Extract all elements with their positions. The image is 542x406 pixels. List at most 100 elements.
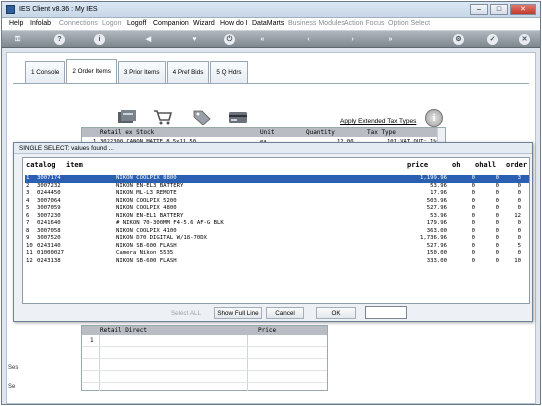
row-ohall: 0 [495,257,499,264]
row-order: 0 [517,197,521,204]
row-order: 0 [517,235,521,241]
home-icon[interactable]: ♥ [189,34,200,45]
row-oh: 0 [471,250,475,256]
close-icon[interactable]: ✕ [519,34,530,45]
table-row[interactable]: 4 3007064 NIKON COOLPIX 5200 503.96 0 0 0 [25,198,529,206]
row-desc: # NIKON 70-300MM F4-5.6 AF-G BLK [116,220,224,226]
tag-icon[interactable] [192,109,212,125]
row-order: 0 [517,205,521,211]
close-window-button[interactable]: ✕ [510,4,536,15]
direct-row-num: 1 [90,337,94,344]
key-icon[interactable]: ⚿ [12,34,23,45]
select-grid-header: catalog item price oh ohall order [23,158,529,173]
table-row[interactable]: 5 3007059 NIKON COOLPIX 4800 527.96 0 0 0 [25,205,529,213]
info-icon[interactable]: i [94,34,105,45]
forward-icon[interactable]: » [385,34,396,45]
tab-pref-bids[interactable]: 4 Pref Bids [166,61,210,83]
col-price: Price [258,327,277,334]
direct-grid-header: Retail Direct Price [82,326,327,335]
col-price: price [407,161,429,169]
table-row[interactable]: 10 0243140 NIKON SB-600 FLASH 527.96 0 0 5 [25,243,529,251]
filter-input[interactable] [365,306,407,319]
menu-item-companion[interactable]: Companion [153,20,189,27]
table-row[interactable]: 3 0244450 NIKON ML-L3 REMOTE 17.96 0 0 0 [25,190,529,198]
tab-strip: 1 Console 2 Order Items 3 Prior Items 4 … [25,59,249,83]
row-order: 0 [517,250,521,256]
table-row[interactable]: 12 0243138 NIKON SB-600 FLASH 333.00 0 0 10 [25,258,529,266]
back-icon[interactable]: ◀ [143,34,154,45]
select-grid-rows: 1 3007174 NIKON COOLPIX 8800 1,199.96 0 0 3 2 30… [25,175,529,265]
show-full-line-button[interactable]: Show Full Line [214,307,262,319]
row-code: 01000027 [37,250,64,256]
help-icon[interactable]: ? [54,34,65,45]
row-desc: NIKON SB-600 FLASH [116,257,177,264]
power-icon[interactable]: ⏻ [224,34,235,45]
select-grid: catalog item price oh ohall order 1 30071… [22,157,530,304]
row-num: 2 [26,182,30,189]
row-price: 1,199.96 [420,175,447,181]
row-ohall: 0 [495,212,499,219]
menu-item-option-select[interactable]: Option Select [388,20,430,27]
menu-item-infolab[interactable]: Infolab [30,20,51,27]
row-num: 7 [26,220,30,226]
rewind-icon[interactable]: « [257,34,268,45]
row-ohall: 0 [495,227,499,234]
next-icon[interactable]: › [347,34,358,45]
menu-item-connections[interactable]: Connections [59,20,98,27]
prev-icon[interactable]: ‹ [303,34,314,45]
stock-icon[interactable] [117,109,137,125]
menu-bar: Help Infolab Connections Logon Logoff Compani… [2,18,540,31]
side-label: Ses [8,365,19,371]
cart-icon[interactable] [153,109,173,125]
tab-order-items[interactable]: 2 Order Items [66,59,117,83]
table-row[interactable]: 6 3007230 NIKON EN-EL1 BATTERY 53.96 0 0 12 [25,213,529,221]
menu-item-logon[interactable]: Logon [102,20,121,27]
table-row[interactable]: 7 0241640 # NIKON 70-300MM F4-5.6 AF-G BLK… [25,220,529,228]
tab-prior-items[interactable]: 3 Prior Items [117,61,166,83]
row-code: 3007232 [37,182,61,189]
check-icon[interactable]: ✓ [487,34,498,45]
menu-item-logoff[interactable]: Logoff [127,20,146,27]
row-price: 179.96 [426,220,447,226]
select-all-button[interactable]: Select ALL [164,307,208,319]
info-circle-icon[interactable]: i [425,109,443,127]
menu-item-how-do-i[interactable]: How do I [220,20,248,27]
menu-item-business-modules[interactable]: Business Modules [288,20,345,27]
ok-button[interactable]: OK [316,307,356,319]
menu-item-action-focus[interactable]: Action Focus [344,20,384,27]
row-ohall: 0 [495,190,499,196]
menu-item-wizard[interactable]: Wizard [193,20,215,27]
title-bar: IES Client v8.36 : My IES – □ ✕ [2,2,540,18]
tab-q-hdrs[interactable]: 5 Q Hdrs [210,61,248,83]
cancel-button[interactable]: Cancel [266,307,304,319]
minimize-button[interactable]: – [470,4,488,15]
row-num: 9 [26,235,30,241]
table-row[interactable]: 1 3007174 NIKON COOLPIX 8800 1,199.96 0 0 3 [25,175,529,183]
row-num: 12 [26,257,33,264]
row-price: 527.96 [426,205,447,211]
row-divider [82,346,327,347]
row-num: 5 [26,205,30,211]
table-row[interactable]: 2 3007232 NIKON EN-EL3 BATTERY 53.96 0 0 0 [25,183,529,191]
tab-console[interactable]: 1 Console [25,61,66,83]
col-unit: Unit [260,129,275,136]
row-price: 333.00 [426,257,447,264]
app-icon [6,5,15,14]
maximize-button[interactable]: □ [490,4,508,15]
tab-divider [13,83,529,84]
apply-extended-tax-link[interactable]: Apply Extended Tax Types [340,118,416,125]
row-num: 1 [26,175,30,181]
dialog-title: SINGLE SELECT: values found ... [19,145,114,152]
table-row[interactable]: 9 3007520 NIKON D70 DIGITAL W/18-70DX 1,736… [25,235,529,243]
row-divider [82,370,327,371]
table-row[interactable]: 11 01000027 Camera Nikon 5535 150.00 0 0 0 [25,250,529,258]
col-catalog: catalog [26,161,56,169]
menu-item-help[interactable]: Help [9,20,23,27]
row-code: 3007059 [37,205,61,211]
row-order: 0 [517,182,521,189]
settings-icon[interactable]: ⚙ [453,34,464,45]
menu-item-datamarts[interactable]: DataMarts [252,20,284,27]
table-row[interactable]: 8 3007058 NIKON COOLPIX 4100 363.00 0 0 0 [25,228,529,236]
toolbar: ⚿ ? i ◀ ♥ ⏻ « ‹ › » ⚙ ✓ ✕ [2,31,540,48]
card-icon[interactable] [228,109,248,125]
